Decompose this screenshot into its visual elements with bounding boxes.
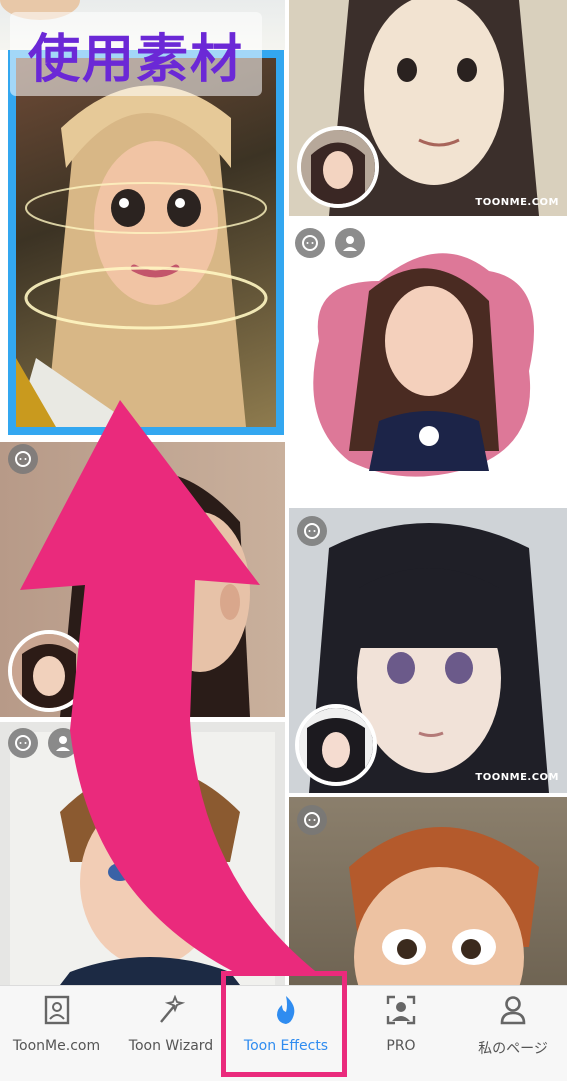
feed-tile-dark-hair[interactable] xyxy=(0,442,285,717)
face-badge xyxy=(297,805,327,835)
person-icon xyxy=(56,736,70,751)
watermark: TOONME.COM xyxy=(475,772,559,783)
face-icon xyxy=(302,235,318,251)
portrait-frame-icon xyxy=(44,995,69,1025)
person-badge xyxy=(335,228,365,258)
tab-toonme-com[interactable]: ToonMe.com xyxy=(0,986,113,1081)
user-icon xyxy=(500,996,526,1025)
magic-wand-icon xyxy=(160,995,185,1023)
feed-tile-boy-sketch[interactable] xyxy=(0,722,285,985)
tab-my-page[interactable]: 私のページ xyxy=(459,986,567,1081)
active-tab-highlight-box xyxy=(221,971,347,1077)
source-photo-avatar xyxy=(295,704,377,786)
feed-tile-anime-bangs[interactable]: TOONME.COM xyxy=(289,508,567,793)
feed-tile-selected[interactable] xyxy=(8,50,284,435)
face-icon xyxy=(15,451,31,467)
watermark: TOONME.COM xyxy=(475,197,559,208)
feed-tile-anime-girl[interactable]: TOONME.COM xyxy=(289,0,567,216)
tab-pro[interactable]: PRO xyxy=(343,986,459,1081)
person-icon xyxy=(343,236,357,251)
overlay-title: 使用素材 xyxy=(10,12,262,96)
face-icon xyxy=(304,523,320,539)
tab-label: ToonMe.com xyxy=(12,1038,101,1054)
source-photo-avatar xyxy=(8,630,90,712)
tab-label: PRO xyxy=(386,1038,416,1054)
tab-label: 私のページ xyxy=(478,1041,548,1057)
face-icon xyxy=(15,735,31,751)
face-badge xyxy=(8,444,38,474)
face-scan-icon xyxy=(386,995,416,1025)
tab-toon-wizard[interactable]: Toon Wizard xyxy=(113,986,229,1081)
tab-label: Toon Wizard xyxy=(128,1038,214,1054)
face-badge xyxy=(8,728,38,758)
face-badge xyxy=(297,516,327,546)
source-photo-avatar xyxy=(297,126,379,208)
face-badge xyxy=(295,228,325,258)
feed-tile-pink-splash[interactable] xyxy=(289,221,567,503)
toon-feed[interactable]: 使用素材 TOONME.COM TOONME.COM xyxy=(0,0,567,985)
face-icon xyxy=(304,812,320,828)
feed-tile-3d-short-hair[interactable] xyxy=(289,797,567,985)
person-badge xyxy=(48,728,78,758)
